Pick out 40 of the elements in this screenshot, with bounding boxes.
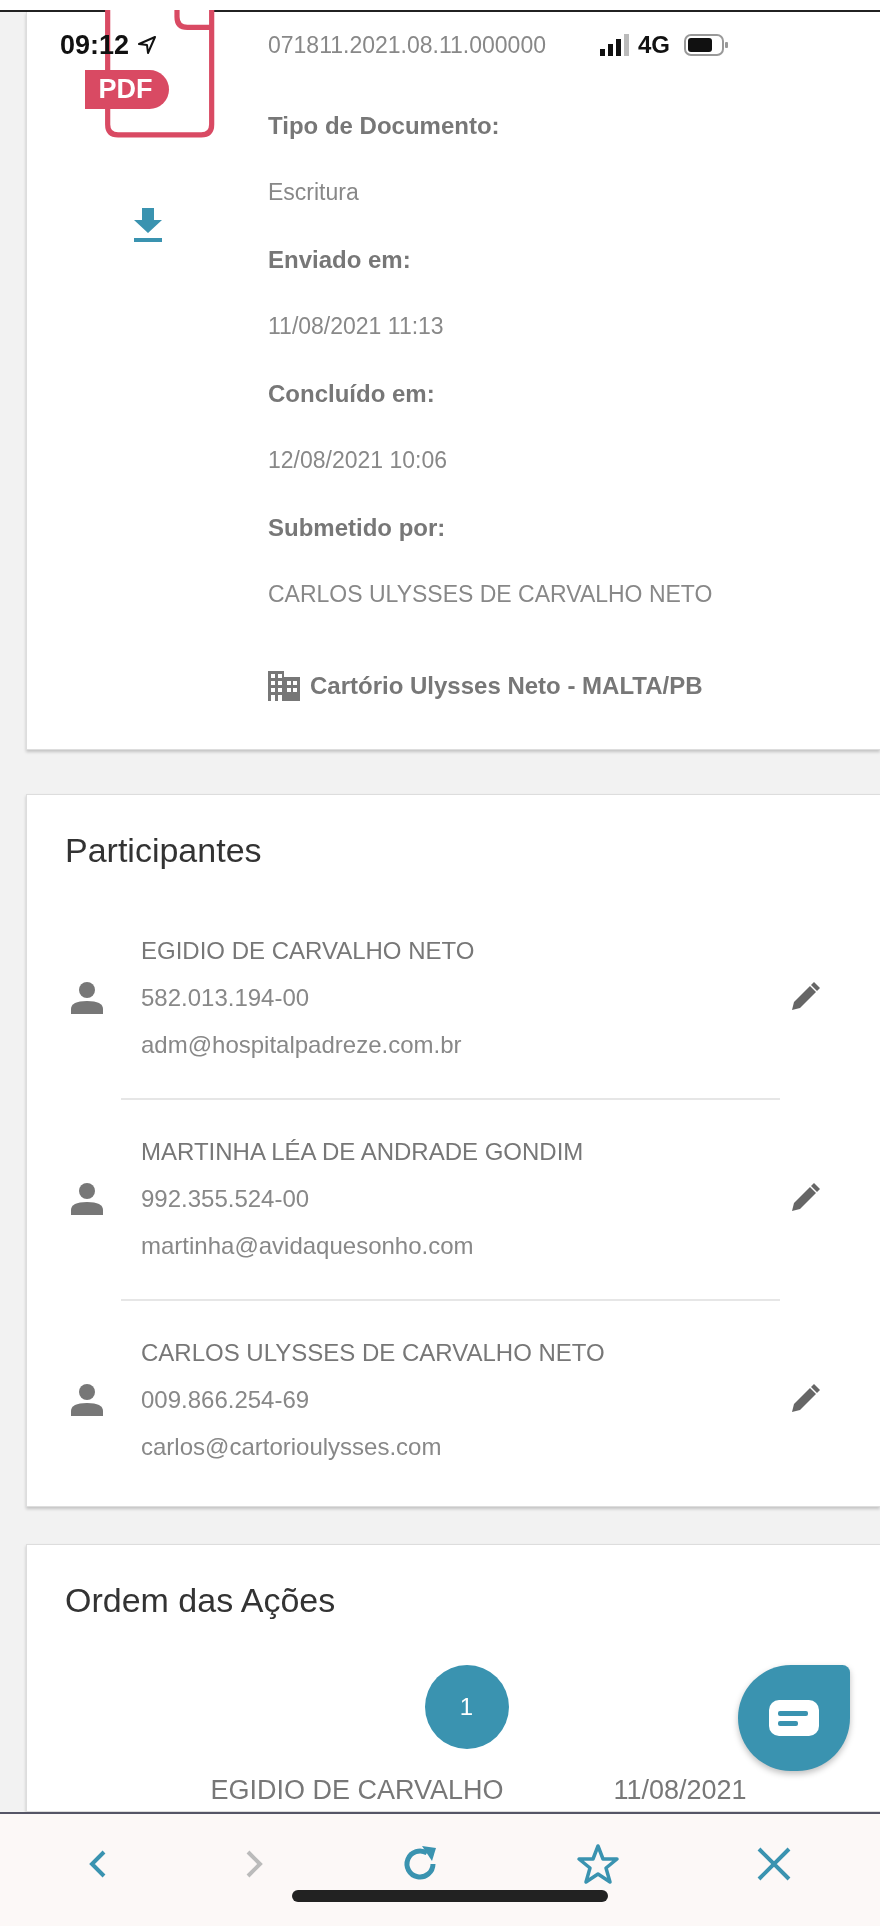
chat-button[interactable] [738, 1665, 850, 1771]
field-label: Tipo de Documento: [268, 111, 501, 141]
step-date: 11/08/2021 [613, 1775, 747, 1806]
person-icon [71, 1182, 103, 1215]
step-number: 1 [424, 1665, 509, 1749]
section-title: Ordem das Ações [64, 1580, 337, 1621]
participant-email: adm@hospitalpadreze.com.br [141, 1030, 463, 1060]
participant-name: CARLOS ULYSSES DE CARVALHO NETO [141, 1338, 606, 1368]
battery-icon [684, 34, 730, 56]
participant-cpf: 582.013.194-00 [141, 983, 311, 1013]
field-label: Submetido por: [268, 513, 447, 543]
building-icon [268, 671, 300, 701]
download-icon[interactable] [132, 208, 163, 242]
location-arrow-icon [137, 35, 158, 55]
participant-email: martinha@avidaquesonho.com [141, 1231, 475, 1261]
star-icon [576, 1843, 620, 1885]
field-value: Escritura [268, 178, 360, 207]
field-value: 11/08/2021 11:13 [268, 312, 445, 341]
step-name: EGIDIO DE CARVALHO [210, 1775, 504, 1806]
participant-name: MARTINHA LÉA DE ANDRADE GONDIM [141, 1137, 585, 1167]
network-label: 4G [638, 31, 670, 59]
participant-cpf: 992.355.524-00 [141, 1184, 311, 1214]
person-icon [71, 981, 103, 1014]
field-value: CARLOS ULYSSES DE CARVALHO NETO [268, 580, 713, 609]
document-number: 071811.2021.08.11.000000 [268, 31, 546, 60]
section-title: Participantes [64, 830, 263, 871]
pdf-badge: PDF [84, 70, 169, 109]
office-name: Cartório Ulysses Neto - MALTA/PB [310, 672, 703, 700]
close-icon [756, 1846, 792, 1882]
person-icon [71, 1383, 103, 1416]
participant-email: carlos@cartorioulysses.com [141, 1432, 443, 1462]
signal-icon [600, 34, 630, 56]
field-value: 12/08/2021 10:06 [268, 446, 449, 475]
field-label: Concluído em: [268, 379, 436, 409]
participant-name: EGIDIO DE CARVALHO NETO [141, 936, 476, 966]
chat-icon [769, 1700, 819, 1736]
chevron-left-icon [88, 1849, 108, 1879]
chevron-right-icon [244, 1849, 264, 1879]
field-label: Enviado em: [268, 245, 412, 275]
participant-cpf: 009.866.254-69 [141, 1385, 311, 1415]
